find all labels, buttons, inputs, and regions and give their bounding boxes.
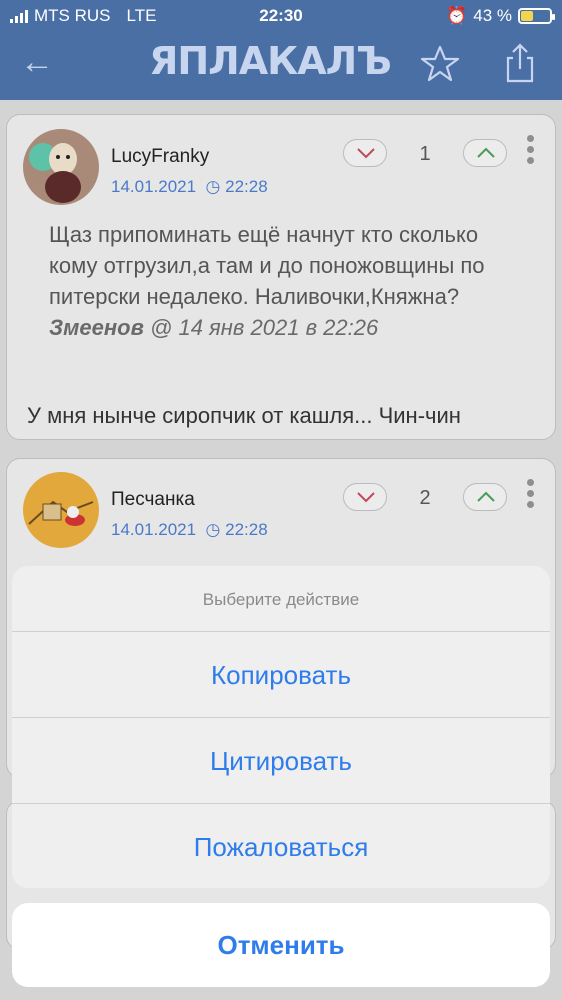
quote-source[interactable]: Змеенов @ 14 янв 2021 в 22:26 (49, 312, 529, 343)
quote-block: Щаз припоминать ещё начнут кто сколько к… (49, 219, 529, 343)
avatar[interactable] (23, 472, 99, 548)
app-header: ← ЯПЛАКАЛЪ (0, 32, 562, 94)
post-date: 14.01.2021 ◷ 22:28 (111, 520, 268, 540)
quote-text: Щаз припоминать ещё начнут кто сколько к… (49, 222, 485, 309)
site-logo[interactable]: ЯПЛАКАЛЪ (140, 38, 400, 84)
action-sheet-title: Выберите действие (12, 566, 550, 632)
post-card: LucyFranky 14.01.2021 ◷ 22:28 1 Щаз прип… (6, 114, 556, 440)
post-author[interactable]: Песчанка (111, 489, 195, 511)
rating-count: 1 (419, 143, 431, 165)
alarm-icon: ⏰ (446, 6, 468, 25)
chevron-down-icon (357, 148, 375, 159)
post-date: 14.01.2021 ◷ 22:28 (111, 177, 268, 197)
battery-label: 43 % (473, 6, 512, 25)
copy-button[interactable]: Копировать (12, 632, 550, 718)
more-options-icon[interactable] (527, 479, 537, 515)
top-bar: MTS RUS LTE 22:30 ⏰ 43 % ← ЯПЛАКАЛЪ (0, 0, 562, 100)
post-time-value: 22:28 (225, 520, 268, 539)
quote-button[interactable]: Цитировать (12, 718, 550, 804)
upvote-button[interactable] (463, 483, 507, 511)
post-date-value: 14.01.2021 (111, 177, 197, 196)
more-options-icon[interactable] (527, 135, 537, 171)
report-button[interactable]: Пожаловаться (12, 804, 550, 888)
chevron-up-icon (477, 491, 495, 502)
clock-icon: ◷ (200, 520, 221, 539)
star-icon[interactable] (420, 44, 460, 84)
post-date-value: 14.01.2021 (111, 520, 197, 539)
rating-count: 2 (419, 487, 431, 509)
quote-meta: @ 14 янв 2021 в 22:26 (150, 315, 379, 340)
share-icon[interactable] (500, 42, 540, 84)
quote-author[interactable]: Змеенов (49, 315, 144, 340)
arrow-left-icon[interactable]: ← (20, 44, 60, 84)
upvote-button[interactable] (463, 139, 507, 167)
cancel-button[interactable]: Отменить (12, 903, 550, 987)
post-time-value: 22:28 (225, 177, 268, 196)
post-text: У мня нынче сиропчик от кашля... Чин-чин (27, 403, 461, 428)
downvote-button[interactable] (343, 483, 387, 511)
downvote-button[interactable] (343, 139, 387, 167)
battery-icon (518, 8, 555, 24)
action-sheet: Выберите действие Копировать Цитировать … (12, 566, 550, 888)
avatar[interactable] (23, 129, 99, 205)
status-bar: MTS RUS LTE 22:30 ⏰ 43 % (0, 0, 562, 32)
post-author[interactable]: LucyFranky (111, 146, 209, 168)
clock-icon: ◷ (200, 177, 221, 196)
chevron-up-icon (477, 147, 495, 158)
chevron-down-icon (357, 492, 375, 503)
